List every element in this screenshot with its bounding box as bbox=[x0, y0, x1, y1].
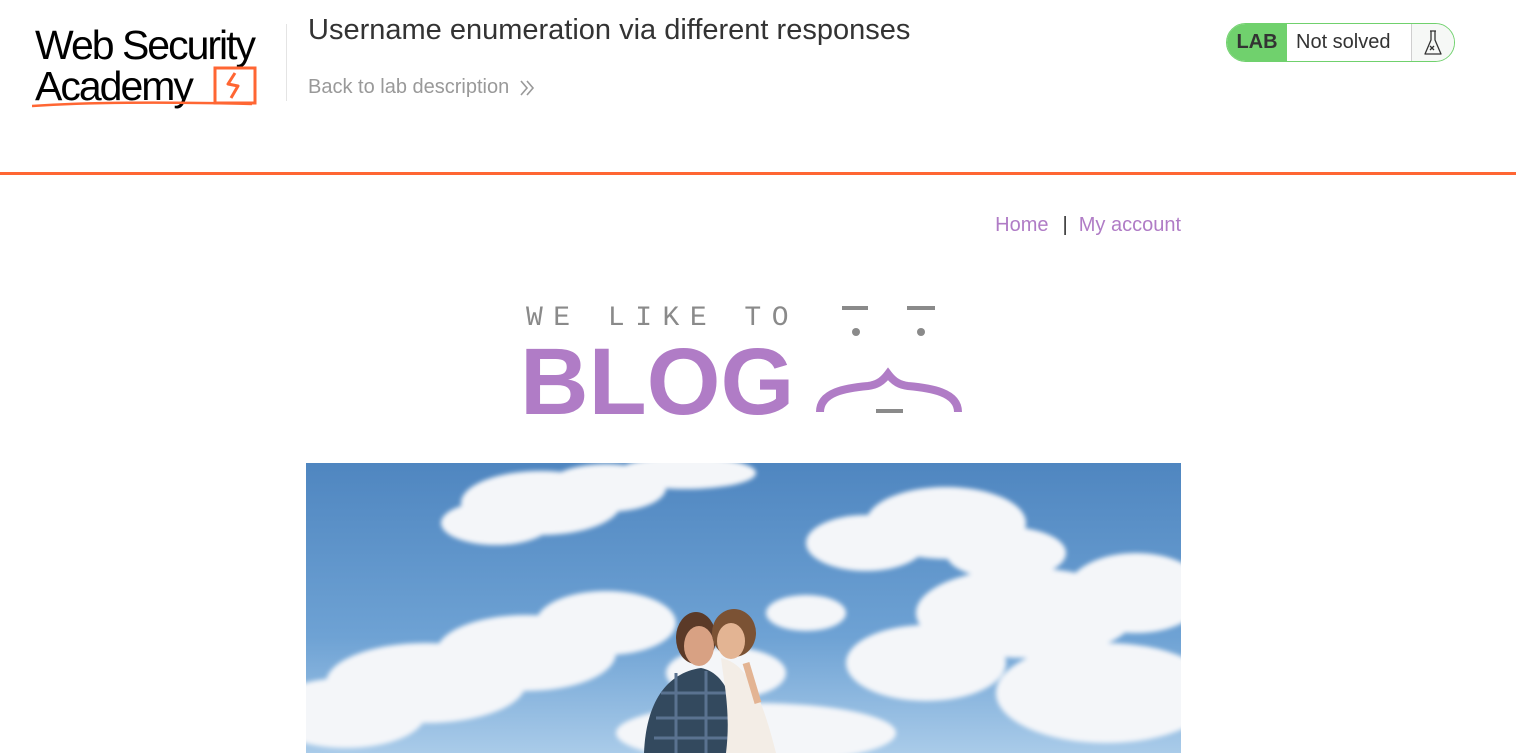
lab-title: Username enumeration via different respo… bbox=[308, 14, 911, 46]
nav-my-account-link[interactable]: My account bbox=[1079, 214, 1181, 237]
academy-header: Web Security Academy Username enumeratio… bbox=[0, 0, 1516, 175]
blog-logo-word: BLOG bbox=[520, 329, 794, 422]
header-accent-rule bbox=[0, 172, 1516, 175]
lab-status-icon-container bbox=[1411, 24, 1454, 61]
we-like-to-blog-logo: WE LIKE TO BLOG bbox=[520, 303, 962, 422]
lab-status-text: Not solved bbox=[1296, 31, 1391, 53]
lab-badge: LAB bbox=[1227, 24, 1287, 61]
nav-home-link[interactable]: Home bbox=[995, 214, 1048, 237]
header-divider bbox=[286, 24, 287, 101]
lab-status-widget: LAB Not solved bbox=[1226, 23, 1455, 62]
site-nav: Home | My account bbox=[995, 214, 1181, 237]
flask-icon bbox=[1424, 29, 1442, 55]
blog-hero-image bbox=[306, 463, 1181, 753]
nav-separator: | bbox=[1062, 214, 1068, 236]
web-security-academy-logo[interactable]: Web Security Academy bbox=[32, 18, 288, 114]
back-link-label: Back to lab description bbox=[308, 76, 510, 98]
double-chevron-right-icon bbox=[520, 79, 535, 96]
back-to-lab-description-link[interactable]: Back to lab description bbox=[308, 76, 535, 99]
svg-text:Web Security: Web Security bbox=[35, 22, 257, 68]
page: Web Security Academy Username enumeratio… bbox=[0, 0, 1516, 753]
hero-photo-couple-under-cloudy-sky bbox=[306, 463, 1181, 753]
